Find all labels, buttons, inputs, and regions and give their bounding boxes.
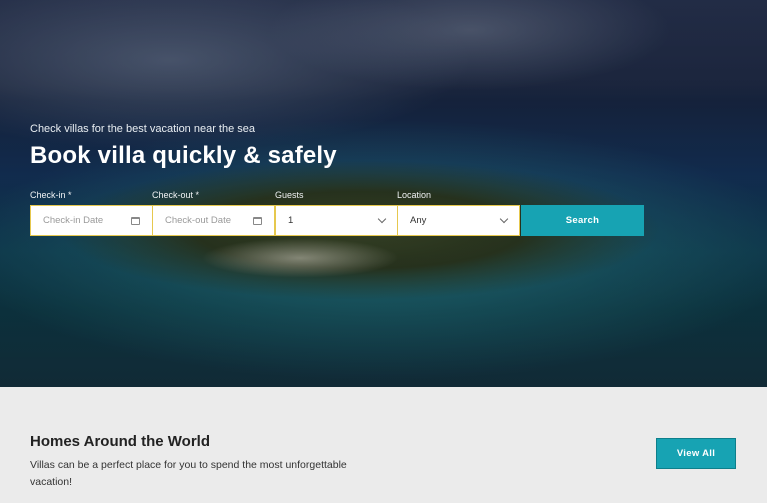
section-title: Homes Around the World [30, 433, 210, 450]
location-field: Location Any [397, 189, 520, 236]
homes-around-world-section: Homes Around the World Villas can be a p… [0, 387, 767, 503]
search-button[interactable]: Search [521, 205, 644, 236]
guests-field: Guests 1 [275, 189, 398, 236]
section-description: Villas can be a perfect place for you to… [30, 459, 347, 488]
hero-banner: Check villas for the best vacation near … [0, 0, 767, 387]
check-in-input[interactable]: Check-in Date [30, 205, 153, 236]
hero-subtitle: Check villas for the best vacation near … [30, 123, 256, 135]
villa-search-form: Check-in * Check-in Date Check-out * Che… [30, 189, 650, 237]
view-all-button[interactable]: View All [656, 438, 736, 469]
check-out-label: Check-out * [152, 190, 200, 200]
check-in-placeholder: Check-in Date [43, 215, 104, 226]
check-out-placeholder: Check-out Date [165, 215, 232, 226]
calendar-icon[interactable] [253, 216, 262, 225]
location-value: Any [410, 215, 427, 226]
guests-value: 1 [288, 215, 294, 226]
hero-title: Book villa quickly & safely [30, 142, 337, 169]
guests-label: Guests [275, 190, 304, 200]
location-select[interactable]: Any [397, 205, 520, 236]
location-label: Location [397, 190, 432, 200]
check-in-label: Check-in * [30, 190, 72, 200]
hero-content: Check villas for the best vacation near … [30, 0, 650, 387]
chevron-down-icon[interactable] [499, 214, 509, 224]
chevron-down-icon[interactable] [377, 214, 387, 224]
check-out-input[interactable]: Check-out Date [152, 205, 275, 236]
check-in-field: Check-in * Check-in Date [30, 189, 153, 236]
guests-select[interactable]: 1 [275, 205, 398, 236]
check-out-field: Check-out * Check-out Date [152, 189, 275, 236]
calendar-icon[interactable] [131, 216, 140, 225]
